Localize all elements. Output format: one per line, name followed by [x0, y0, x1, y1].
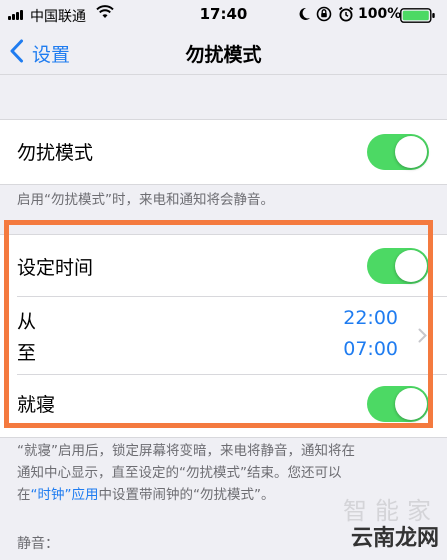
watermark-bottom-text: 云南龙网 — [350, 526, 439, 551]
dnd-label: 勿扰模式 — [17, 142, 94, 164]
alarm-icon — [338, 6, 354, 22]
clock-app-link[interactable]: “时钟”应用 — [31, 487, 99, 503]
footnote-suffix: 中设置带闹钟的“勿扰模式”。 — [98, 487, 275, 503]
toggle-knob — [395, 388, 427, 420]
page-title: 勿扰模式 — [185, 44, 262, 66]
bedtime-footnote-line2: 通知中心显示，直至设定的“勿扰模式”结束。您还可以 — [17, 465, 342, 481]
moon-icon — [299, 7, 310, 20]
bedtime-toggle[interactable] — [367, 386, 429, 422]
battery-icon — [400, 8, 435, 23]
to-time-value: 07:00 — [343, 338, 398, 360]
bedtime-label: 就寝 — [17, 394, 56, 416]
status-bar: 中国联通 17:40 100% — [0, 0, 447, 30]
dnd-footnote: 启用“勿扰模式”时，来电和通知将会静音。 — [17, 192, 274, 208]
dnd-group: 勿扰模式 — [0, 119, 447, 185]
toggle-knob — [395, 250, 427, 282]
dnd-toggle[interactable] — [367, 134, 429, 170]
toggle-knob — [395, 136, 427, 168]
watermark: 智能家 云南龙网 — [343, 491, 439, 552]
schedule-row: 设定时间 — [0, 235, 447, 297]
navigation-bar: 设置 勿扰模式 — [0, 30, 447, 75]
from-label: 从 — [17, 311, 37, 333]
schedule-group: 设定时间 从 至 22:00 07:00 就寝 — [0, 234, 447, 438]
bedtime-row: 就寝 — [0, 375, 447, 437]
from-time-value: 22:00 — [343, 307, 398, 329]
bedtime-footnote-line1: “就寝”启用后，锁定屏幕将变暗，来电将静音，通知将在 — [17, 443, 355, 459]
battery-percent: 100% — [358, 6, 402, 22]
schedule-label: 设定时间 — [17, 257, 94, 279]
footnote-prefix: 在 — [17, 487, 31, 503]
to-label: 至 — [17, 342, 37, 364]
silence-section-header: 静音： — [17, 536, 59, 552]
rotation-lock-icon — [316, 6, 332, 22]
from-to-row[interactable]: 从 至 22:00 07:00 — [0, 297, 447, 374]
schedule-toggle[interactable] — [367, 248, 429, 284]
chevron-right-icon — [418, 328, 427, 343]
dnd-row: 勿扰模式 — [0, 120, 447, 184]
